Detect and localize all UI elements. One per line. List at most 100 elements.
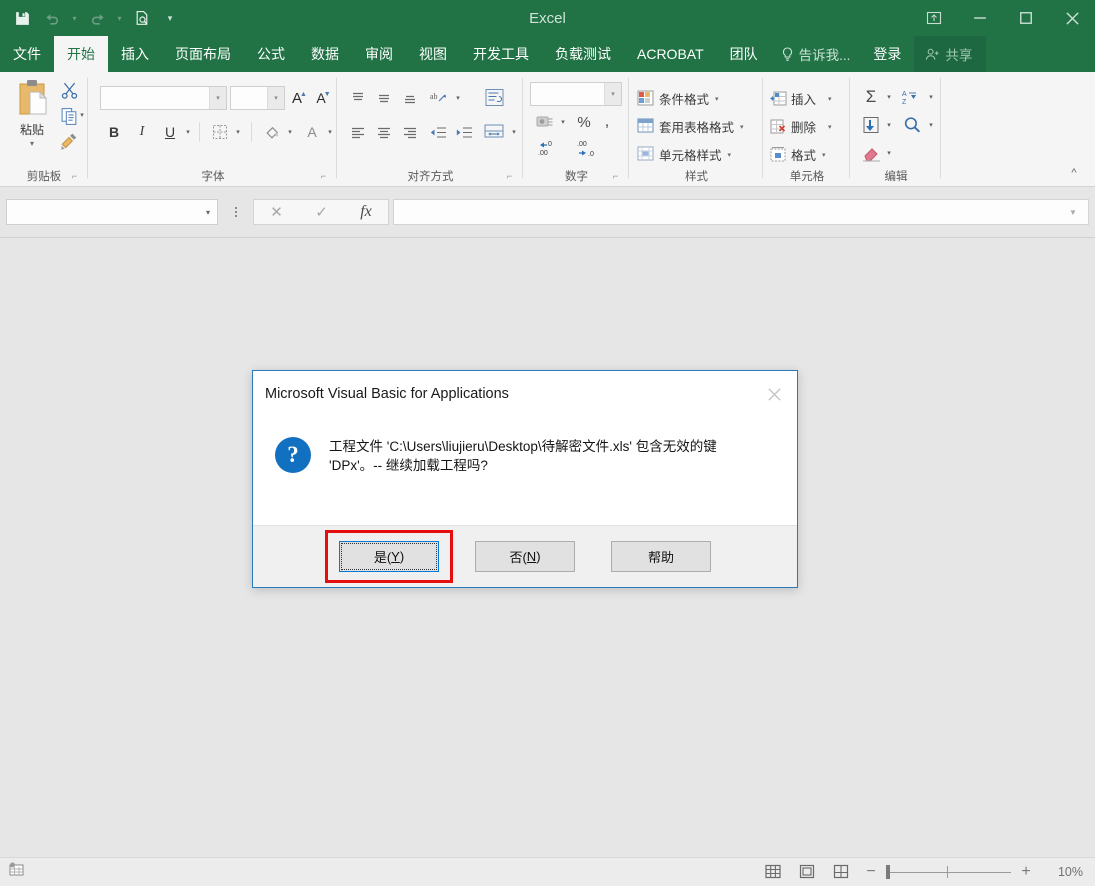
customize-qat-icon[interactable]: ▾ <box>158 5 182 31</box>
increase-indent-button[interactable] <box>452 120 476 144</box>
borders-button[interactable] <box>208 120 232 144</box>
save-icon[interactable] <box>8 5 36 31</box>
italic-button[interactable]: I <box>130 120 154 144</box>
decrease-indent-button[interactable] <box>426 120 450 144</box>
fill-dropdown-icon[interactable]: ▾ <box>883 114 895 136</box>
autosum-button[interactable]: Σ <box>859 85 883 109</box>
collapse-ribbon-button[interactable]: ^ <box>1063 164 1085 182</box>
accounting-dropdown-icon[interactable]: ▾ <box>557 111 569 133</box>
percent-style-button[interactable]: % <box>573 110 595 134</box>
formula-input[interactable]: ▼ <box>393 199 1089 225</box>
cancel-icon[interactable]: ✕ <box>270 203 283 221</box>
zoom-thumb[interactable] <box>886 865 890 879</box>
share-button[interactable]: 共享 <box>914 36 987 72</box>
clear-button[interactable] <box>859 141 883 165</box>
page-break-preview-button[interactable] <box>826 861 856 883</box>
font-name-combobox[interactable]: ▾ <box>100 86 227 110</box>
tell-me-box[interactable]: 告诉我... <box>771 36 861 72</box>
align-top-button[interactable] <box>346 86 370 110</box>
undo-icon[interactable] <box>38 5 66 31</box>
tab-acrobat[interactable]: ACROBAT <box>624 36 717 72</box>
align-bottom-button[interactable] <box>398 86 422 110</box>
autosum-dropdown-icon[interactable]: ▾ <box>883 86 895 108</box>
page-layout-view-button[interactable] <box>792 861 822 883</box>
conditional-formatting-button[interactable]: 条件格式 ▾ <box>637 86 719 111</box>
align-middle-button[interactable] <box>372 86 396 110</box>
align-center-button[interactable] <box>372 120 396 144</box>
tab-team[interactable]: 团队 <box>717 36 771 72</box>
ribbon-display-options-icon[interactable] <box>911 0 957 36</box>
clipboard-dialog-launcher[interactable]: ⌐ <box>69 171 80 182</box>
name-box-dropdown-icon[interactable]: ▾ <box>199 200 217 224</box>
insert-function-icon[interactable]: fx <box>360 203 372 221</box>
tab-data[interactable]: 数据 <box>298 36 352 72</box>
bold-button[interactable]: B <box>102 120 126 144</box>
conditional-formatting-dropdown-icon[interactable]: ▾ <box>715 95 719 103</box>
redo-dropdown-icon[interactable]: ▾ <box>113 5 126 31</box>
borders-dropdown-icon[interactable]: ▾ <box>232 121 244 143</box>
close-icon[interactable] <box>1049 0 1095 36</box>
paste-dropdown-icon[interactable]: ▾ <box>30 139 34 148</box>
fill-button[interactable] <box>859 113 883 137</box>
yes-button[interactable]: 是(Y) <box>339 541 439 572</box>
paste-button[interactable]: 粘贴 ▾ <box>8 78 56 164</box>
decrease-decimal-button[interactable]: .00 .0 <box>572 136 608 160</box>
comma-style-button[interactable]: , <box>597 110 617 134</box>
record-macro-icon[interactable] <box>8 862 25 882</box>
alignment-dialog-launcher[interactable]: ⌐ <box>504 171 515 182</box>
name-box[interactable]: ▾ <box>6 199 218 225</box>
sign-in-button[interactable]: 登录 <box>860 36 914 72</box>
enter-icon[interactable]: ✓ <box>315 203 328 221</box>
accounting-format-button[interactable] <box>532 110 557 134</box>
expand-formula-bar-icon[interactable]: ▼ <box>1062 200 1084 224</box>
format-as-table-button[interactable]: 套用表格格式 ▾ <box>637 114 744 139</box>
orientation-dropdown-icon[interactable]: ▾ <box>452 87 464 109</box>
normal-view-button[interactable] <box>758 861 788 883</box>
merge-dropdown-icon[interactable]: ▾ <box>508 121 520 143</box>
find-select-dropdown-icon[interactable]: ▾ <box>925 114 937 136</box>
sort-filter-button[interactable]: A Z <box>899 85 925 109</box>
fill-color-dropdown-icon[interactable]: ▾ <box>284 121 296 143</box>
underline-button[interactable]: U <box>158 120 182 144</box>
underline-dropdown-icon[interactable]: ▾ <box>182 121 194 143</box>
insert-cells-button[interactable]: 插入 ▾ <box>770 86 832 111</box>
tab-load-test[interactable]: 负载测试 <box>542 36 624 72</box>
wrap-text-button[interactable] <box>481 84 508 111</box>
number-dialog-launcher[interactable]: ⌐ <box>610 171 621 182</box>
dialog-close-icon[interactable] <box>759 381 789 407</box>
merge-center-button[interactable] <box>481 118 508 145</box>
tab-formulas[interactable]: 公式 <box>244 36 298 72</box>
font-size-dropdown-icon[interactable]: ▾ <box>267 87 284 109</box>
zoom-level-label[interactable]: 10% <box>1041 865 1083 879</box>
font-name-dropdown-icon[interactable]: ▾ <box>209 87 226 109</box>
zoom-slider[interactable] <box>886 861 1011 883</box>
no-button[interactable]: 否(N) <box>475 541 575 572</box>
tab-file[interactable]: 文件 <box>0 36 54 72</box>
format-cells-button[interactable]: 格式 ▾ <box>770 142 826 167</box>
cell-styles-dropdown-icon[interactable]: ▾ <box>728 151 732 159</box>
align-left-button[interactable] <box>346 120 370 144</box>
help-button[interactable]: 帮助 <box>611 541 711 572</box>
fill-color-button[interactable] <box>260 120 284 144</box>
tab-home[interactable]: 开始 <box>54 36 108 72</box>
zoom-in-button[interactable]: + <box>1015 861 1037 883</box>
increase-font-size-button[interactable]: A ▲ <box>288 86 311 110</box>
minimize-icon[interactable] <box>957 0 1003 36</box>
number-format-dropdown-icon[interactable]: ▾ <box>604 83 621 105</box>
font-dialog-launcher[interactable]: ⌐ <box>318 171 329 182</box>
format-cells-dropdown-icon[interactable]: ▾ <box>822 151 826 159</box>
orientation-button[interactable]: ab <box>426 86 452 110</box>
find-select-button[interactable] <box>899 113 925 137</box>
delete-cells-dropdown-icon[interactable]: ▾ <box>828 123 832 131</box>
tab-review[interactable]: 审阅 <box>352 36 406 72</box>
clear-dropdown-icon[interactable]: ▾ <box>883 142 895 164</box>
tab-page-layout[interactable]: 页面布局 <box>162 36 244 72</box>
decrease-font-size-button[interactable]: A ▼ <box>312 86 335 110</box>
maximize-icon[interactable] <box>1003 0 1049 36</box>
delete-cells-button[interactable]: 删除 ▾ <box>770 114 832 139</box>
format-as-table-dropdown-icon[interactable]: ▾ <box>740 123 744 131</box>
tab-view[interactable]: 视图 <box>406 36 460 72</box>
increase-decimal-button[interactable]: 0 .00 <box>533 136 569 160</box>
font-size-combobox[interactable]: ▾ <box>230 86 285 110</box>
insert-cells-dropdown-icon[interactable]: ▾ <box>828 95 832 103</box>
